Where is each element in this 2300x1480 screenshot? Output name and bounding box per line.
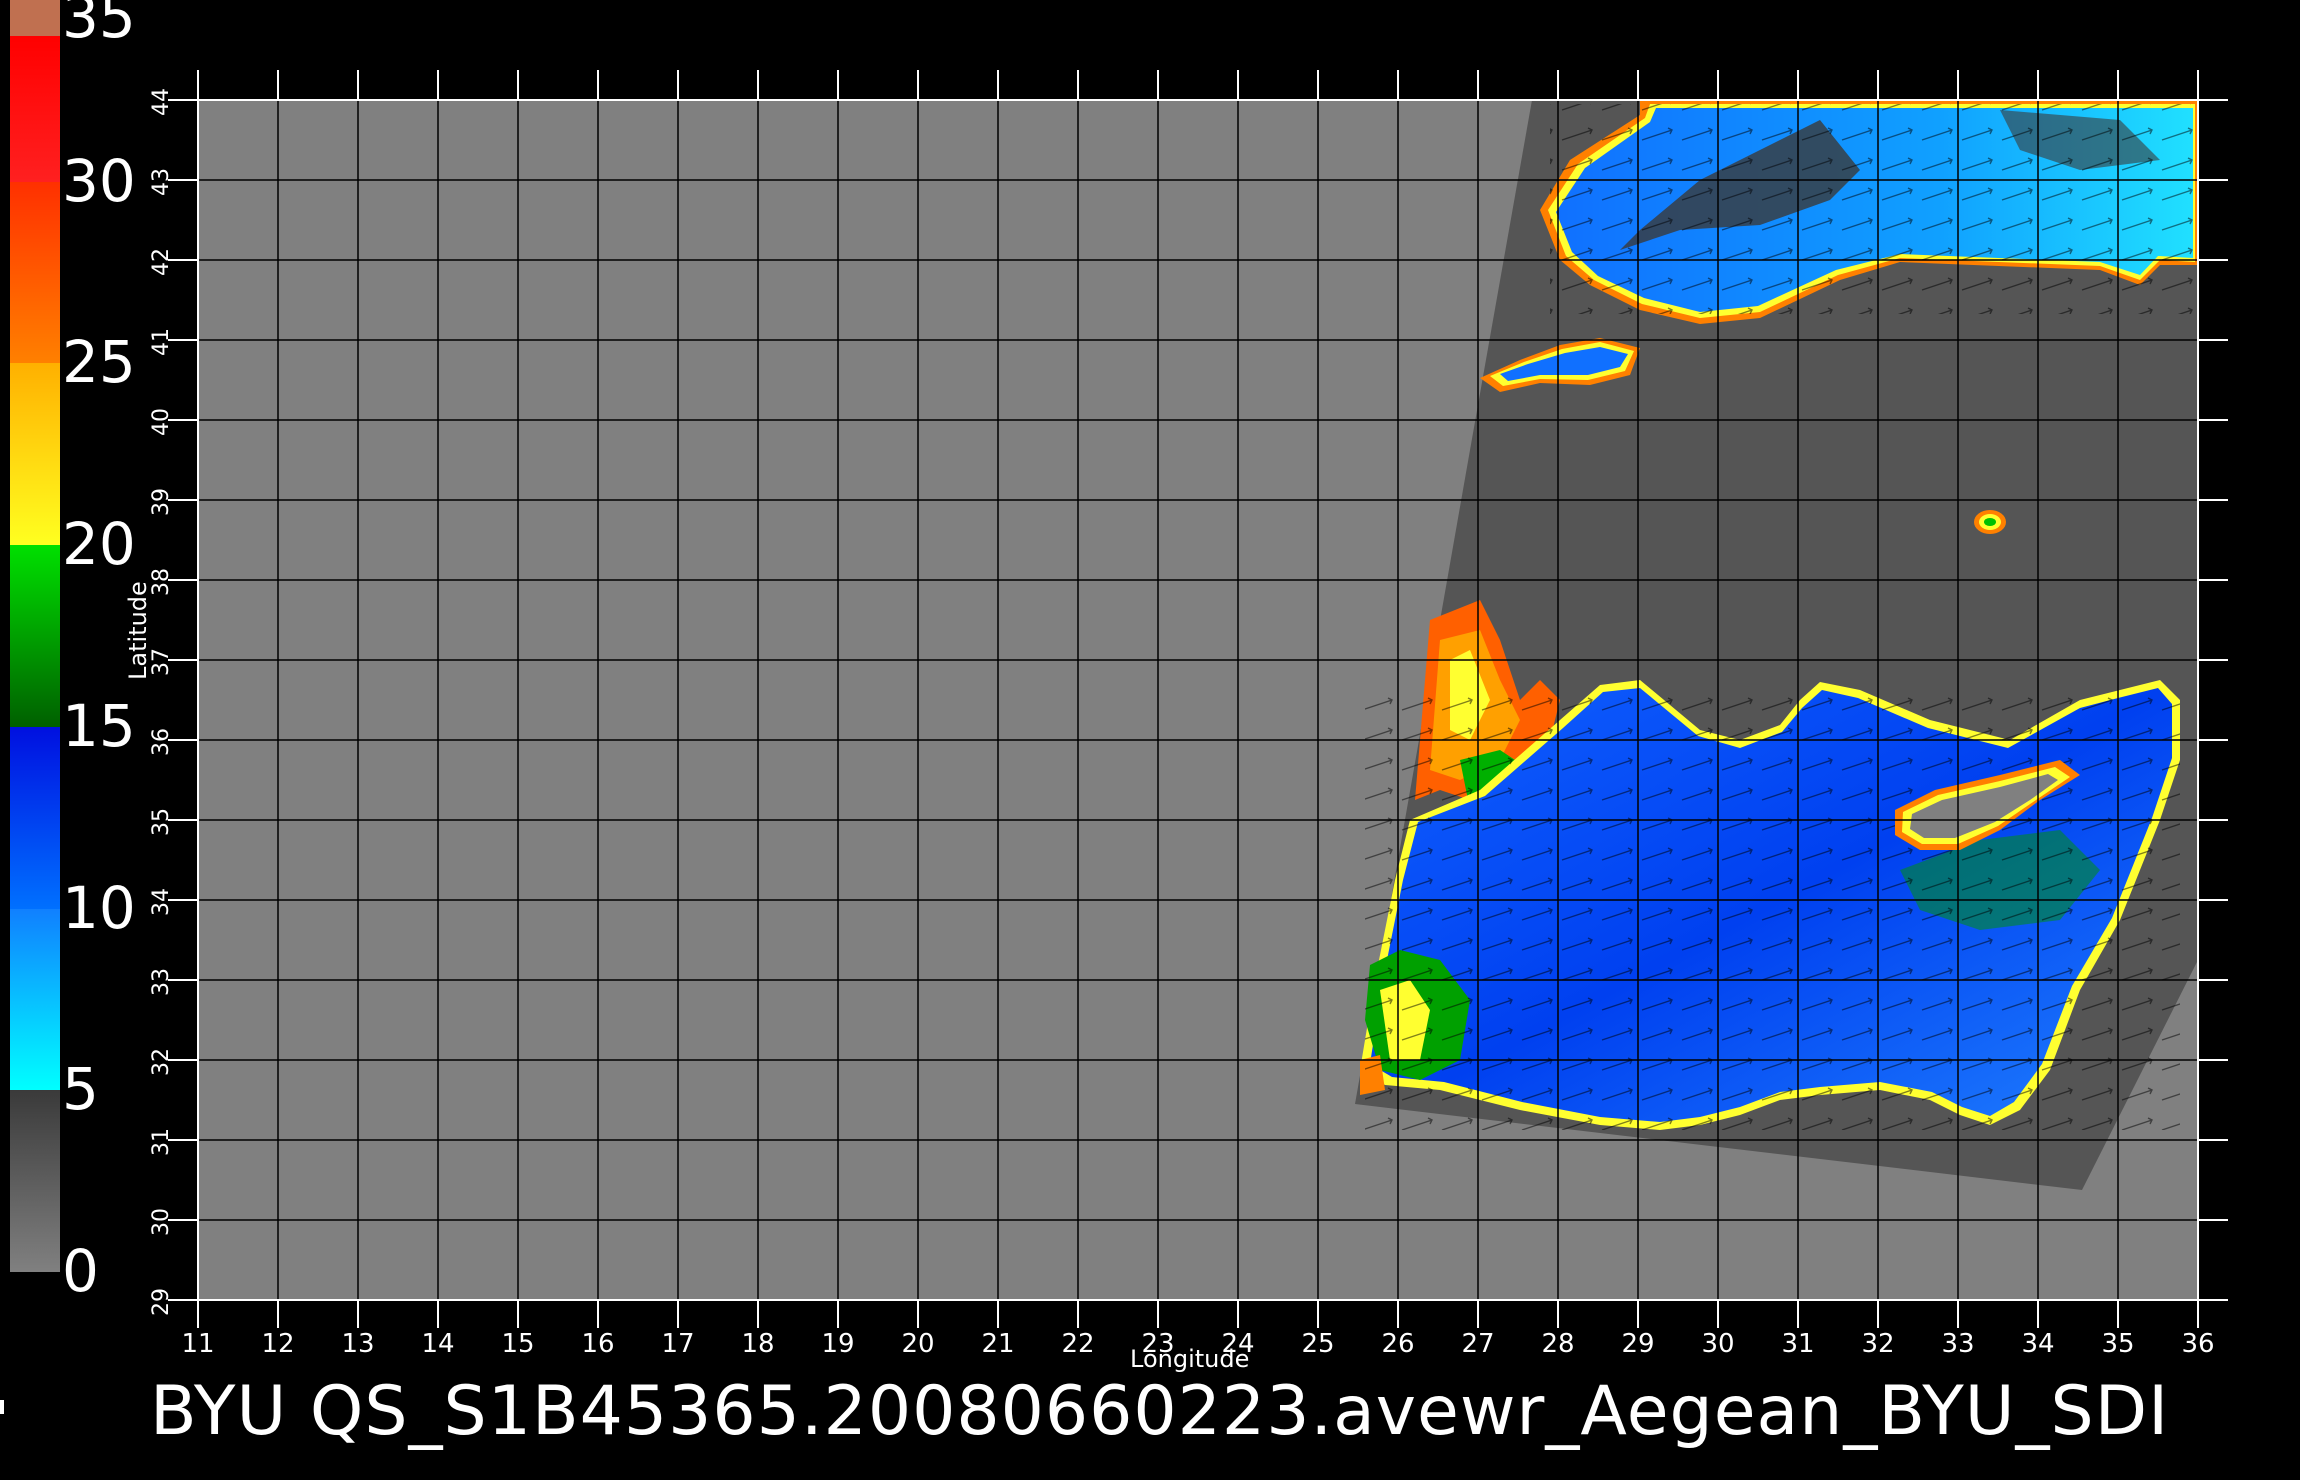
longitude-tick-label: 13 bbox=[341, 1329, 374, 1359]
longitude-tick-label: 21 bbox=[981, 1329, 1014, 1359]
longitude-tick-label: 28 bbox=[1541, 1329, 1574, 1359]
longitude-tick-label: 36 bbox=[2181, 1329, 2214, 1359]
longitude-tick-label: 18 bbox=[741, 1329, 774, 1359]
latitude-tick-label: 40 bbox=[149, 408, 174, 436]
longitude-tick-label: 16 bbox=[581, 1329, 614, 1359]
latitude-tick-label: 36 bbox=[149, 728, 174, 756]
image-title: BYU QS_S1B45365.20080660223.avewr_Aegean… bbox=[150, 1372, 2170, 1451]
latitude-tick-label: 44 bbox=[149, 88, 174, 116]
longitude-tick-label: 12 bbox=[261, 1329, 294, 1359]
longitude-tick-label: 32 bbox=[1861, 1329, 1894, 1359]
y-axis-label: Latitude bbox=[124, 581, 152, 680]
latitude-tick-label: 38 bbox=[149, 568, 174, 596]
latitude-tick-label: 32 bbox=[149, 1048, 174, 1076]
longitude-tick-label: 19 bbox=[821, 1329, 854, 1359]
latitude-tick-label: 34 bbox=[149, 888, 174, 916]
latitude-tick-labels: 29 30 31 32 33 34 35 36 37 38 39 40 41 42 43 44 bbox=[149, 88, 174, 1316]
x-axis-label: Longitude bbox=[1130, 1345, 1250, 1373]
longitude-tick-label: 27 bbox=[1461, 1329, 1494, 1359]
longitude-tick-label: 15 bbox=[501, 1329, 534, 1359]
longitude-tick-label: 31 bbox=[1781, 1329, 1814, 1359]
longitude-tick-label: 11 bbox=[181, 1329, 214, 1359]
longitude-tick-label: 25 bbox=[1301, 1329, 1334, 1359]
left-edge-mark bbox=[0, 1400, 4, 1414]
longitude-tick-label: 29 bbox=[1621, 1329, 1654, 1359]
longitude-tick-label: 34 bbox=[2021, 1329, 2054, 1359]
latitude-tick-label: 37 bbox=[149, 648, 174, 676]
longitude-tick-label: 22 bbox=[1061, 1329, 1094, 1359]
longitude-tick-label: 35 bbox=[2101, 1329, 2134, 1359]
longitude-tick-label: 20 bbox=[901, 1329, 934, 1359]
map-plot: 11 12 13 14 15 16 17 18 19 20 21 22 23 24 25 26 27 28 29 30… bbox=[149, 70, 2228, 1359]
longitude-tick-label: 17 bbox=[661, 1329, 694, 1359]
longitude-tick-label: 14 bbox=[421, 1329, 454, 1359]
latitude-tick-label: 33 bbox=[149, 968, 174, 996]
latitude-tick-label: 35 bbox=[149, 808, 174, 836]
latitude-tick-label: 30 bbox=[149, 1208, 174, 1236]
latitude-tick-label: 29 bbox=[149, 1288, 174, 1316]
latitude-tick-label: 31 bbox=[149, 1128, 174, 1156]
longitude-tick-label: 33 bbox=[1941, 1329, 1974, 1359]
latitude-tick-label: 42 bbox=[149, 248, 174, 276]
latitude-tick-label: 39 bbox=[149, 488, 174, 516]
longitude-tick-label: 30 bbox=[1701, 1329, 1734, 1359]
latitude-tick-label: 43 bbox=[149, 168, 174, 196]
latitude-tick-label: 41 bbox=[149, 328, 174, 356]
east-med-region bbox=[1360, 680, 2180, 1130]
longitude-tick-label: 26 bbox=[1381, 1329, 1414, 1359]
